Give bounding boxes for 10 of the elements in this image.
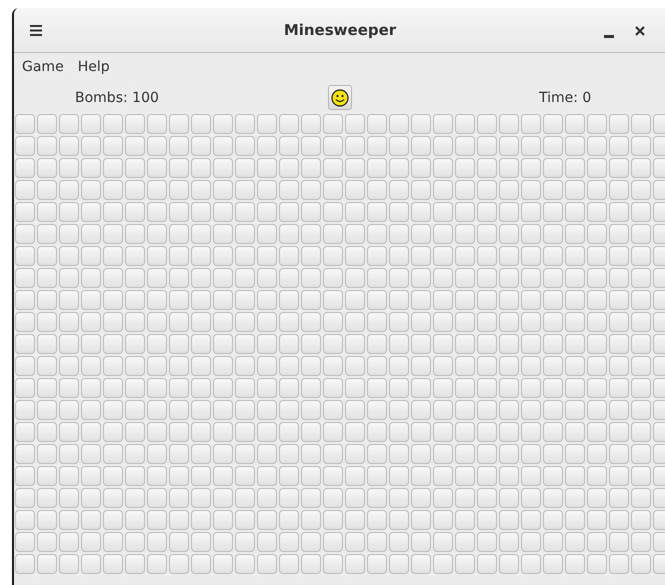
- menu-item[interactable]: Game: [22, 59, 64, 82]
- bomb-counter: Bombs: 100: [75, 90, 159, 106]
- new-game-button[interactable]: [328, 85, 352, 110]
- minimize-icon[interactable]: [604, 35, 614, 38]
- timer: Time: 0: [539, 90, 592, 106]
- close-icon[interactable]: [635, 26, 645, 36]
- menu-item[interactable]: Help: [78, 59, 110, 82]
- menu-icon[interactable]: [30, 24, 42, 36]
- window-title: Minesweeper: [284, 21, 396, 39]
- smiley-icon: [331, 88, 349, 106]
